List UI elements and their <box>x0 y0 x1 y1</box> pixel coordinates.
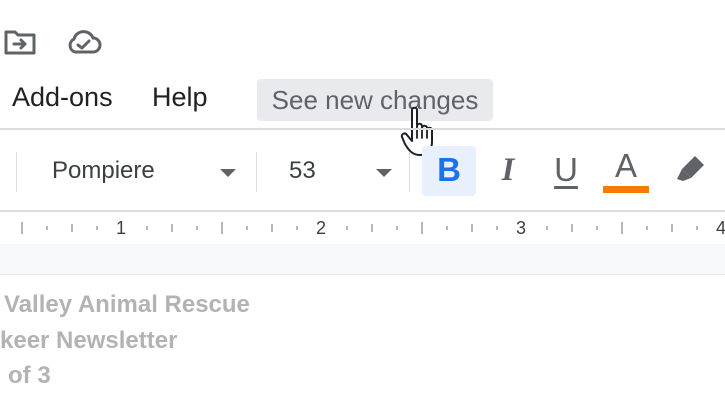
move-to-folder-icon[interactable] <box>3 28 37 56</box>
page-canvas-margin <box>0 244 725 275</box>
toolbar-separator <box>256 152 257 192</box>
ruler-number-1: 1 <box>116 218 127 238</box>
document-text-line[interactable]: of 3 <box>8 361 51 391</box>
font-size-dropdown-icon[interactable] <box>376 169 392 177</box>
toolbar-separator <box>16 152 17 192</box>
menu-help[interactable]: Help <box>152 80 208 114</box>
ruler-number-2: 2 <box>316 218 327 238</box>
text-color-swatch <box>603 186 649 193</box>
ruler-ticks <box>21 222 698 234</box>
text-color-button[interactable]: A <box>606 146 646 186</box>
menu-add-ons[interactable]: Add-ons <box>12 80 113 114</box>
underline-button[interactable]: U <box>546 150 586 190</box>
see-new-changes-button[interactable]: See new changes <box>257 79 493 121</box>
font-size-select[interactable]: 53 <box>289 155 316 187</box>
toolbar-divider <box>0 128 725 130</box>
cloud-saved-icon[interactable] <box>66 28 102 56</box>
ruler-number-4: 4 <box>716 218 725 238</box>
font-family-select[interactable]: Pompiere <box>52 155 155 187</box>
document-text-line[interactable]: Valley Animal Rescue <box>4 290 250 320</box>
document-text-line[interactable]: keer Newsletter <box>0 326 177 356</box>
ruler[interactable]: 1 2 3 4 <box>0 210 725 246</box>
toolbar-separator <box>409 152 410 192</box>
see-new-changes-label: See new changes <box>271 84 479 115</box>
bold-icon: B <box>437 151 461 188</box>
highlight-color-icon[interactable] <box>673 152 709 186</box>
ruler-number-3: 3 <box>516 218 527 238</box>
font-family-dropdown-icon[interactable] <box>220 169 236 177</box>
italic-button[interactable]: I <box>488 150 528 190</box>
